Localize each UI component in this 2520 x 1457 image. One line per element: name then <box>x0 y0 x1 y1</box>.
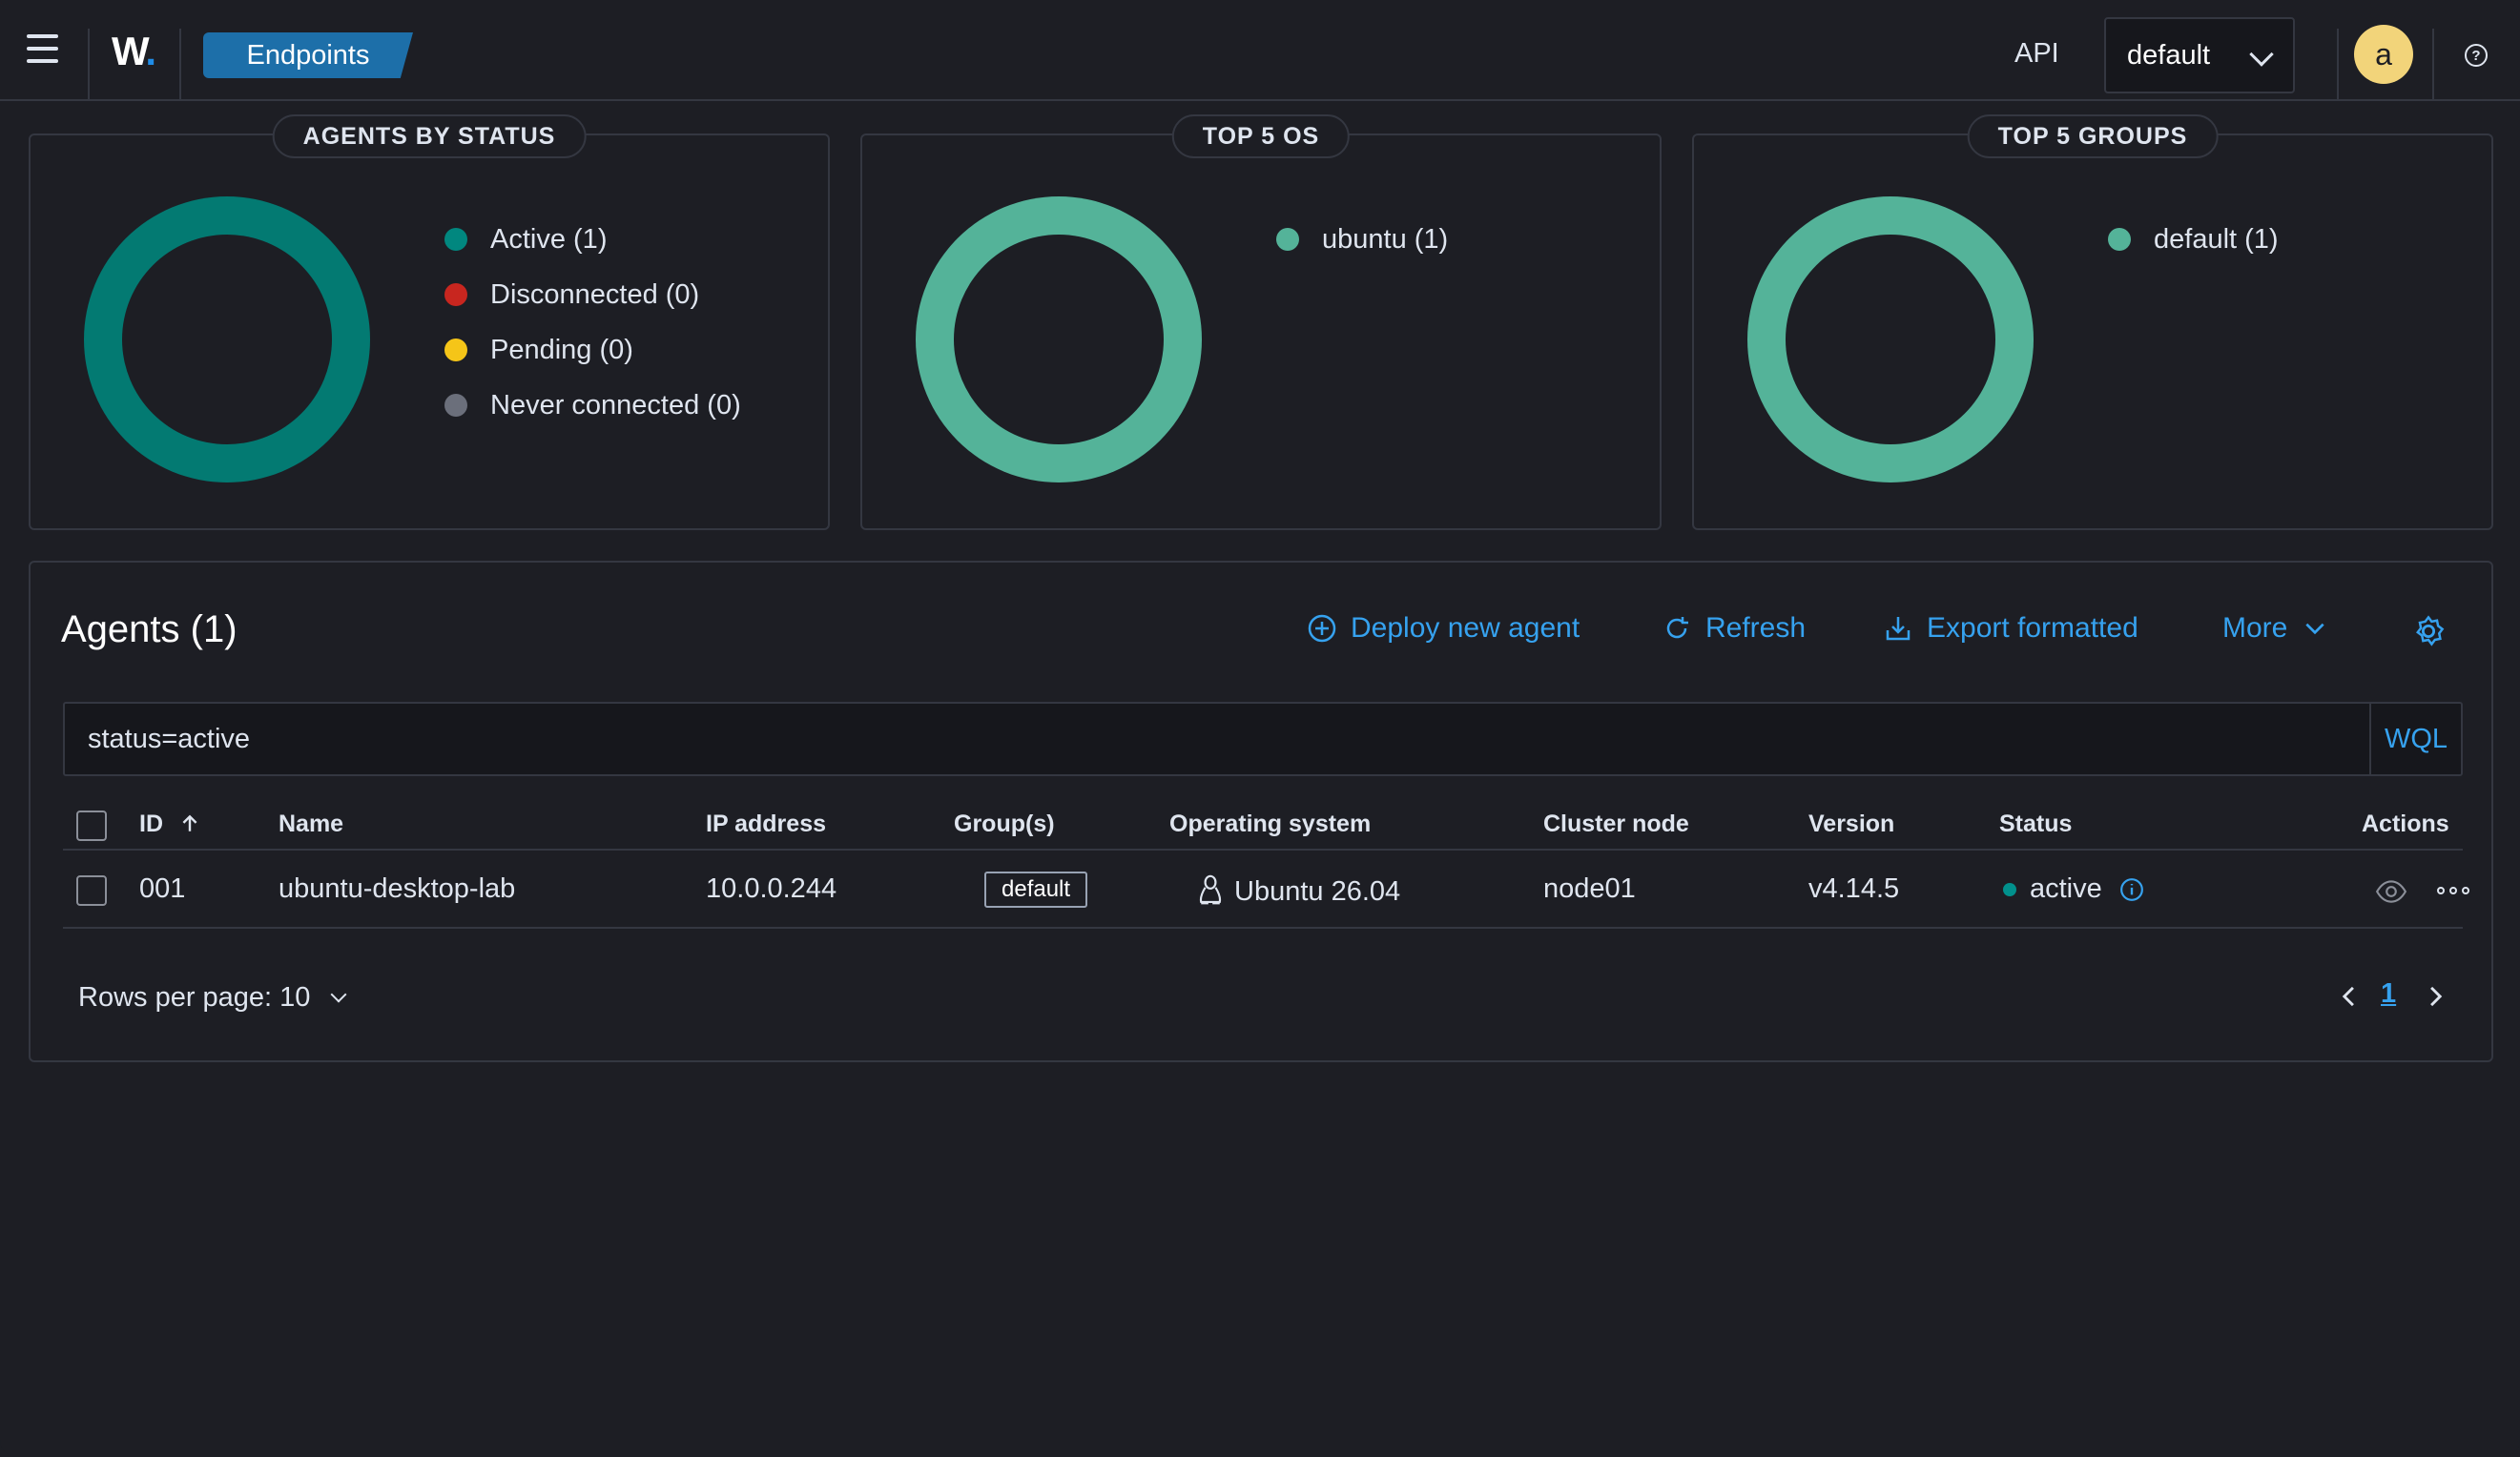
menu-icon[interactable] <box>23 34 65 69</box>
chevron-down-icon <box>2249 42 2274 67</box>
top-header: W. Endpoints API default a ? <box>0 0 2520 101</box>
panel-title: TOP 5 OS <box>1171 114 1351 158</box>
legend-item-default[interactable]: default (1) <box>2108 212 2279 267</box>
search-input[interactable] <box>65 704 2364 774</box>
search-bar: WQL <box>63 702 2463 776</box>
sort-ascending-icon <box>182 814 197 831</box>
more-dropdown[interactable]: More <box>2222 612 2327 645</box>
legend-dot <box>444 339 467 361</box>
refresh-icon <box>1666 617 1688 639</box>
page-button-1[interactable]: 1 <box>2381 978 2396 1010</box>
column-id[interactable]: ID <box>139 811 200 838</box>
panel-title: TOP 5 GROUPS <box>1967 114 2219 158</box>
legend-item-pending[interactable]: Pending (0) <box>444 322 741 378</box>
legend-item-never-connected[interactable]: Never connected (0) <box>444 378 741 433</box>
info-icon[interactable] <box>2119 877 2144 902</box>
legend-dot <box>1276 228 1299 251</box>
column-groups[interactable]: Group(s) <box>954 811 1055 838</box>
header-divider <box>2337 29 2339 101</box>
column-ip[interactable]: IP address <box>706 811 826 838</box>
rows-per-page-select[interactable]: Rows per page: 10 <box>78 982 347 1014</box>
legend-dot <box>2108 228 2131 251</box>
panel-top-5-groups: TOP 5 GROUPS default (1) <box>1692 114 2493 530</box>
panel-title: AGENTS BY STATUS <box>272 114 587 158</box>
table-row[interactable]: 001 ubuntu-desktop-lab 10.0.0.244 defaul… <box>63 852 2469 929</box>
os-legend: ubuntu (1) <box>1276 212 1448 267</box>
agents-panel: Agents (1) Deploy new agent Refresh Expo… <box>29 561 2493 1062</box>
agent-name[interactable]: ubuntu-desktop-lab <box>279 873 515 905</box>
chevron-down-icon <box>2305 623 2324 635</box>
legend-item-ubuntu[interactable]: ubuntu (1) <box>1276 212 1448 267</box>
column-cluster[interactable]: Cluster node <box>1543 811 1689 838</box>
panel-agents-by-status: AGENTS BY STATUS Active (1) Disconnected… <box>29 114 830 530</box>
column-name[interactable]: Name <box>279 811 343 838</box>
agent-status: active <box>2003 873 2144 905</box>
gear-icon[interactable] <box>2411 614 2446 648</box>
column-version[interactable]: Version <box>1808 811 1894 838</box>
table-header: ID Name IP address Group(s) Operating sy… <box>63 799 2463 851</box>
header-divider <box>88 29 90 101</box>
eye-icon[interactable] <box>2375 875 2407 908</box>
agent-version: v4.14.5 <box>1808 873 1900 904</box>
panel-top-5-os: TOP 5 OS ubuntu (1) <box>860 114 1662 530</box>
column-os[interactable]: Operating system <box>1169 811 1371 838</box>
linux-icon <box>1199 874 1222 905</box>
row-checkbox[interactable] <box>76 875 107 906</box>
legend-dot <box>444 283 467 306</box>
status-legend: Active (1) Disconnected (0) Pending (0) … <box>444 212 741 433</box>
agents-title: Agents (1) <box>61 608 238 650</box>
status-donut-chart[interactable] <box>84 196 370 482</box>
refresh-button[interactable]: Refresh <box>1662 612 1806 645</box>
wql-button[interactable]: WQL <box>2369 704 2461 774</box>
export-icon <box>1886 617 1911 641</box>
legend-dot <box>444 394 467 417</box>
user-avatar[interactable]: a <box>2354 25 2413 84</box>
column-actions: Actions <box>2362 811 2449 837</box>
more-actions-icon[interactable] <box>2436 885 2470 896</box>
agent-cluster-node: node01 <box>1543 873 1636 904</box>
groups-donut-chart[interactable] <box>1747 196 2034 482</box>
legend-item-active[interactable]: Active (1) <box>444 212 741 267</box>
agent-os: Ubuntu 26.04 <box>1198 873 1400 908</box>
export-formatted-button[interactable]: Export formatted <box>1883 612 2138 645</box>
legend-dot <box>444 228 467 251</box>
column-status[interactable]: Status <box>1999 811 2072 838</box>
prev-page-icon[interactable] <box>2337 984 2362 1009</box>
help-icon[interactable]: ? <box>2465 44 2488 67</box>
plus-circle-icon <box>1308 614 1336 643</box>
deploy-new-agent-button[interactable]: Deploy new agent <box>1307 612 1580 645</box>
agent-ip: 10.0.0.244 <box>706 873 837 904</box>
header-divider <box>179 29 181 101</box>
chevron-down-icon <box>330 986 347 1002</box>
group-badge[interactable]: default <box>984 872 1088 908</box>
agent-id: 001 <box>139 873 186 904</box>
app-root: W. Endpoints API default a ? AGENTS BY S… <box>0 0 2520 1457</box>
breadcrumb-endpoints[interactable]: Endpoints <box>203 32 413 78</box>
api-link[interactable]: API <box>2014 38 2059 70</box>
app-logo[interactable]: W. <box>112 29 156 74</box>
next-page-icon[interactable] <box>2423 984 2448 1009</box>
legend-item-disconnected[interactable]: Disconnected (0) <box>444 267 741 322</box>
environment-select[interactable]: default <box>2104 17 2295 93</box>
header-divider <box>2432 29 2434 101</box>
status-dot <box>2003 883 2016 897</box>
select-all-checkbox[interactable] <box>76 811 107 841</box>
groups-legend: default (1) <box>2108 212 2279 267</box>
os-donut-chart[interactable] <box>916 196 1202 482</box>
environment-value: default <box>2127 39 2211 71</box>
